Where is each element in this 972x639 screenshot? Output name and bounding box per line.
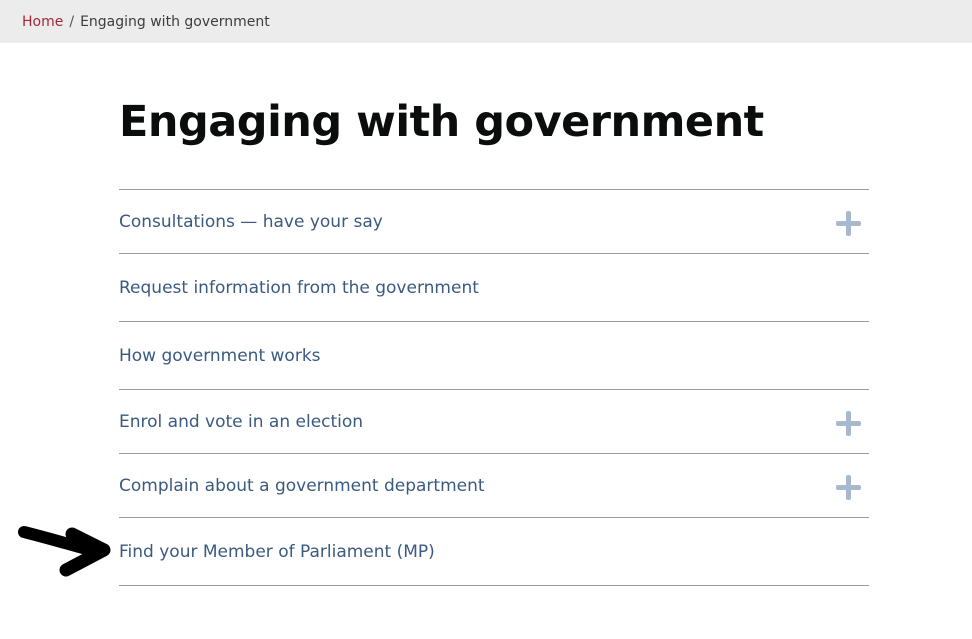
list-item-how-government-works[interactable]: How government works [119, 322, 869, 390]
list-item-complain[interactable]: Complain about a government department [119, 454, 869, 518]
find-mp-link[interactable]: Find your Member of Parliament (MP) [119, 542, 435, 562]
arrow-pointer-icon [18, 526, 111, 577]
breadcrumb-current: Engaging with government [80, 13, 270, 30]
breadcrumb: Home / Engaging with government [0, 0, 972, 43]
breadcrumb-home-link[interactable]: Home [22, 14, 63, 30]
plus-icon[interactable] [836, 474, 861, 500]
consultations-link[interactable]: Consultations — have your say [119, 212, 383, 232]
complain-link[interactable]: Complain about a government department [119, 476, 485, 496]
plus-icon[interactable] [836, 410, 861, 436]
list-item-consultations[interactable]: Consultations — have your say [119, 190, 869, 254]
breadcrumb-separator: / [69, 13, 75, 30]
how-government-works-link[interactable]: How government works [119, 346, 321, 366]
plus-icon[interactable] [836, 210, 861, 236]
page-title: Engaging with government [119, 97, 764, 147]
list-item-request-information[interactable]: Request information from the government [119, 254, 869, 322]
list-item-find-mp[interactable]: Find your Member of Parliament (MP) [119, 518, 869, 586]
topic-list: Consultations — have your say Request in… [119, 189, 869, 586]
enrol-and-vote-link[interactable]: Enrol and vote in an election [119, 412, 363, 432]
list-item-enrol-and-vote[interactable]: Enrol and vote in an election [119, 390, 869, 454]
request-information-link[interactable]: Request information from the government [119, 278, 479, 298]
